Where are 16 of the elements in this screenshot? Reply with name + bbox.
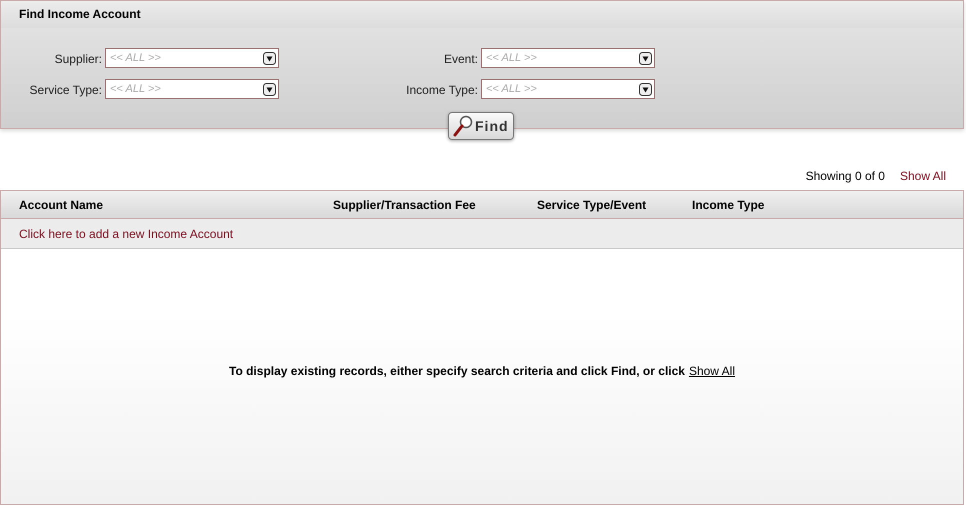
empty-message: To display existing records, either specify search criteria and click Find, or click (229, 364, 685, 378)
column-header[interactable]: Account Name (19, 198, 333, 212)
record-count: Showing 0 of 0 (806, 169, 885, 183)
panel-title: Find Income Account (19, 7, 141, 22)
column-header[interactable]: Service Type/Event (537, 198, 692, 212)
show-all-link[interactable]: Show All (688, 364, 735, 378)
field-label: Income Type: (405, 82, 478, 97)
field-label: Supplier: (54, 51, 102, 66)
add-account-link[interactable]: Click here to add a new Income Account (19, 226, 234, 240)
column-header[interactable]: Supplier/Transaction Fee (333, 198, 537, 212)
column-header[interactable]: Income Type (692, 198, 963, 212)
search-icon (453, 115, 473, 137)
show-all-link[interactable]: Show All (900, 169, 946, 183)
field-label: Service Type: (28, 82, 102, 97)
find-button[interactable]: Find (448, 112, 514, 140)
field-label: Event: (442, 51, 478, 66)
